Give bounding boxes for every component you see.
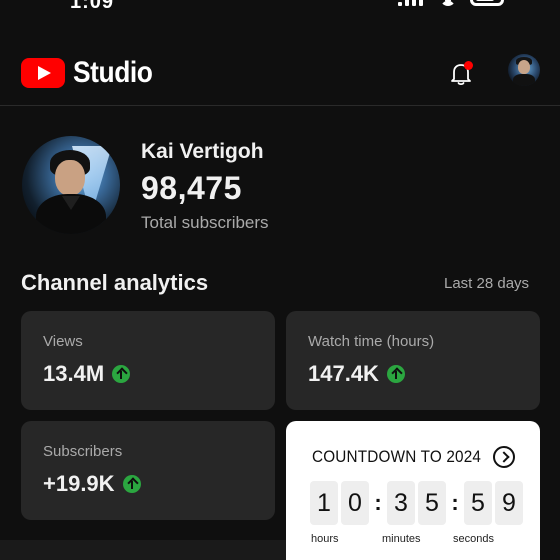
app-header: Studio [0,44,560,106]
analytics-title: Channel analytics [21,270,209,295]
seconds-label: seconds [453,533,494,545]
countdown-digit: 3 [387,481,415,525]
countdown-digit: 5 [464,481,492,525]
channel-name: Kai Vertigoh [141,140,264,163]
watch-time-label: Watch time (hours) [308,333,435,350]
watch-time-value-row: 147.4K [308,361,405,387]
countdown-digits: 1 0 : 3 5 : 5 9 [310,481,526,525]
countdown-digit: 5 [418,481,446,525]
notifications-button[interactable] [446,58,476,88]
views-value-row: 13.4M [43,361,131,387]
views-label: Views [43,333,83,350]
countdown-digit: 9 [495,481,523,525]
logo-text: Studio [73,56,153,89]
countdown-separator: : [374,490,382,515]
battery-icon [470,0,504,6]
bottom-strip [0,540,286,560]
trend-up-icon [122,475,141,493]
views-value: 13.4M [43,361,105,386]
status-bar: 1:09 [0,0,560,14]
youtube-play-icon [21,58,65,88]
subscriber-label: Total subscribers [141,213,269,232]
trend-up-icon [386,365,405,383]
subscriber-count: 98,475 [141,170,242,206]
account-avatar[interactable] [508,54,540,86]
subscribers-value-row: +19.9K [43,471,141,497]
channel-avatar[interactable] [22,136,120,234]
bell-icon [451,61,473,86]
status-time: 1:09 [70,0,115,13]
watch-time-value: 147.4K [308,361,379,386]
cellular-signal-icon [398,0,424,6]
notification-badge [464,61,473,70]
subscribers-value: +19.9K [43,471,115,496]
countdown-digit: 0 [341,481,369,525]
countdown-digit: 1 [310,481,338,525]
countdown-card[interactable]: COUNTDOWN TO 2024 1 0 : 3 5 : 5 9 hours … [286,421,540,560]
analytics-date-range[interactable]: Last 28 days [444,275,529,292]
chevron-right-circle-icon[interactable] [493,446,515,468]
subscribers-card[interactable]: Subscribers +19.9K [21,421,275,520]
youtube-studio-logo[interactable]: Studio [21,56,163,90]
hours-label: hours [311,533,339,545]
countdown-separator: : [451,490,459,515]
watch-time-card[interactable]: Watch time (hours) 147.4K [286,311,540,410]
subscribers-label: Subscribers [43,443,123,460]
trend-up-icon [112,365,131,383]
minutes-label: minutes [382,533,421,545]
views-card[interactable]: Views 13.4M [21,311,275,410]
countdown-title: COUNTDOWN TO 2024 [312,447,482,466]
